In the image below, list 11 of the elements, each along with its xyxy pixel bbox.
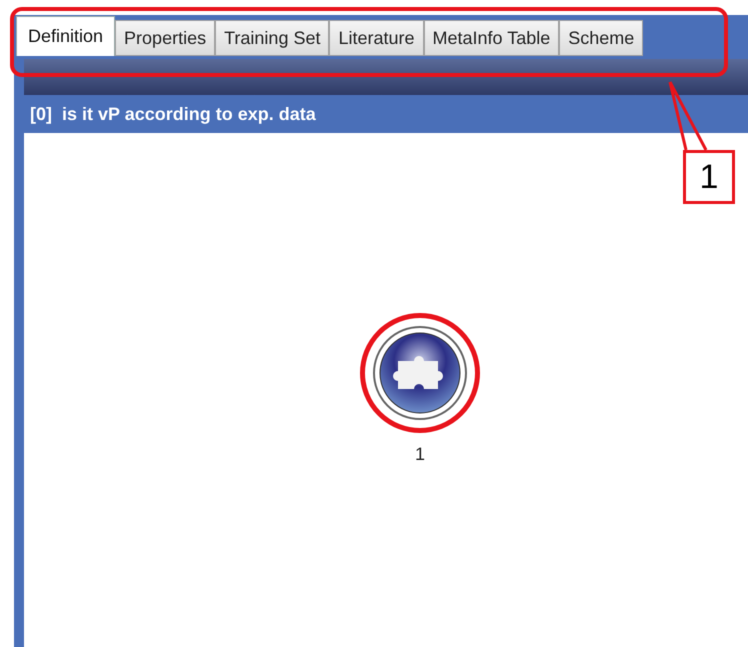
tab[interactable]: Properties [115, 20, 216, 56]
puzzle-piece-icon [372, 325, 468, 421]
panel-title: [0] is it vP according to exp. data [30, 102, 316, 126]
tab[interactable]: MetaInfo Table [424, 20, 560, 56]
node-label: 1 [414, 443, 425, 466]
tab[interactable]: Definition [16, 16, 116, 56]
callout-number: 1 [700, 156, 718, 198]
tab[interactable]: Literature [329, 20, 424, 56]
tab[interactable]: Scheme [559, 20, 644, 56]
node[interactable] [360, 313, 480, 433]
tab[interactable]: Training Set [215, 20, 330, 56]
